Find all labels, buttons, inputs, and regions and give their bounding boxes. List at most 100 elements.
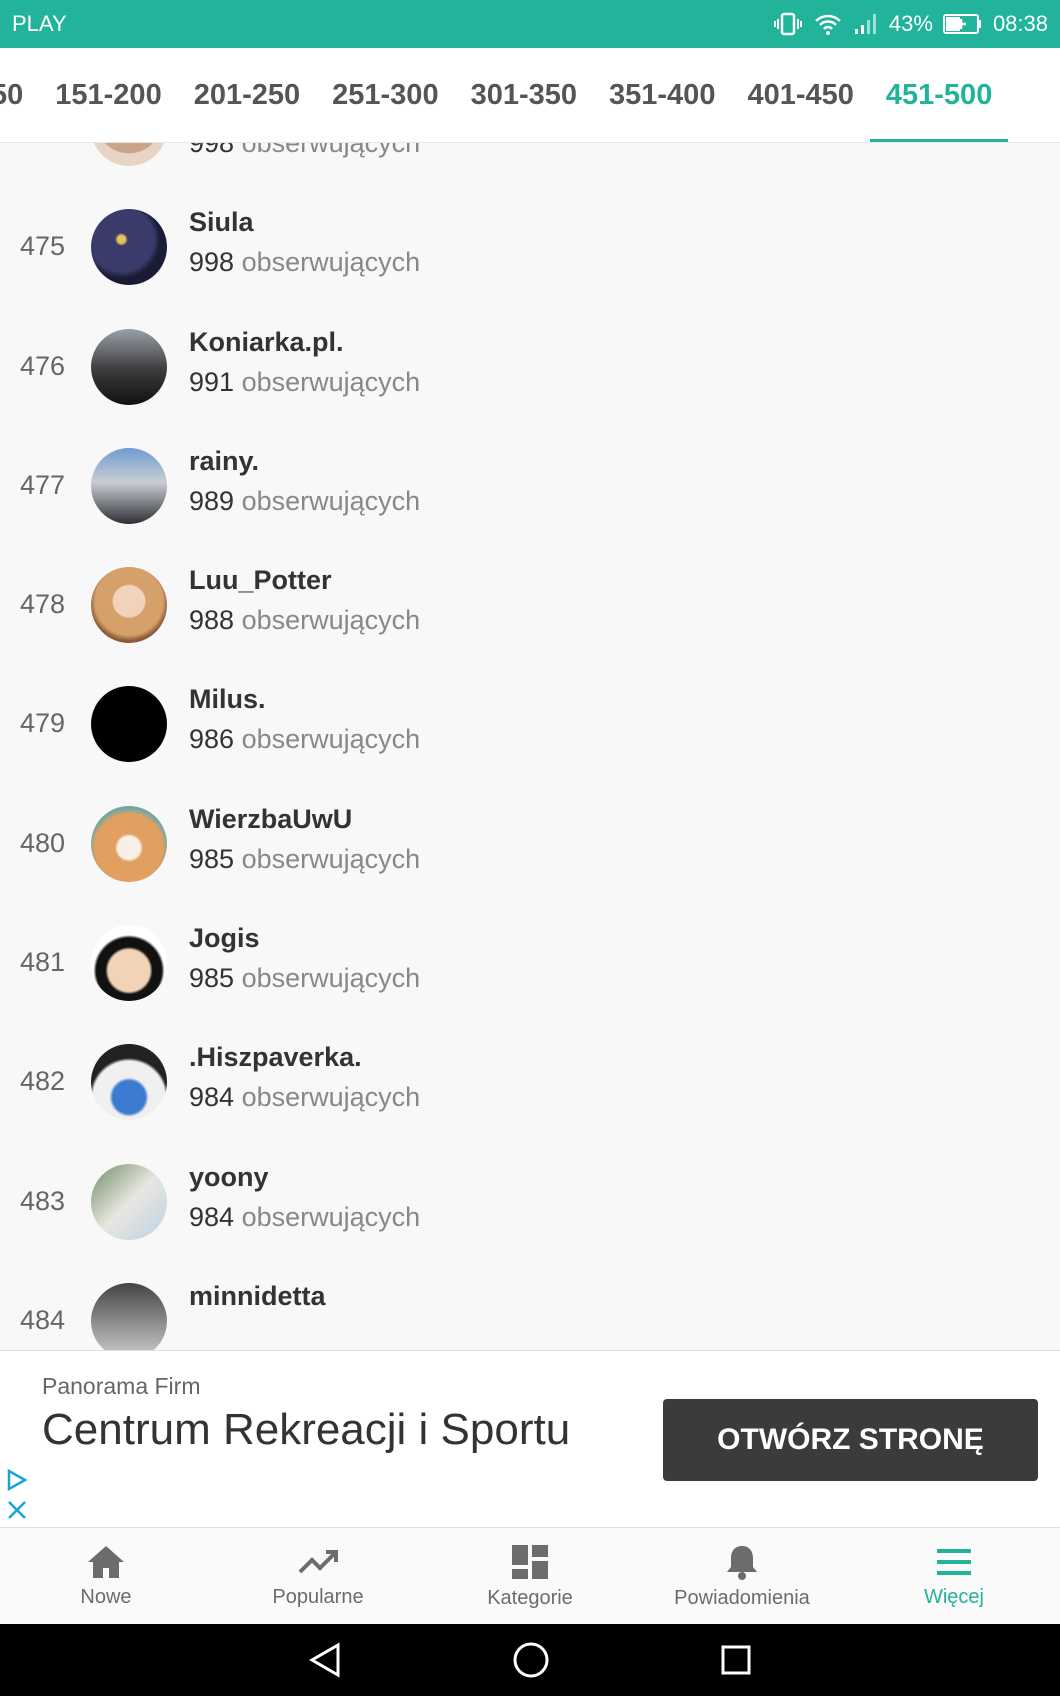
system-nav-bar	[0, 1624, 1060, 1696]
username[interactable]: WierzbaUwU	[189, 804, 352, 835]
rank-number: 483	[20, 1185, 66, 1216]
ad-title[interactable]: Centrum Rekreacji i Sportu	[42, 1403, 602, 1457]
username[interactable]: Koniarka.pl.	[189, 327, 344, 358]
list-item[interactable]: 476 Koniarka.pl. 991 obserwujących	[0, 307, 1060, 426]
list-item[interactable]: 483 yoony 984 obserwujących	[0, 1142, 1060, 1261]
followers-count: 985 obserwujących	[189, 844, 420, 875]
ranking-list[interactable]: 474Lidia_van_Denson998 obserwujących 475 S…	[0, 143, 1060, 1350]
clock: 08:38	[992, 11, 1048, 36]
nav-notifications-label: Powiadomienia	[674, 1586, 810, 1609]
ad-close-icon[interactable]	[6, 1499, 28, 1521]
avatar[interactable]	[91, 686, 167, 763]
followers-number: 991	[189, 366, 235, 397]
followers-count: 985 obserwujących	[189, 963, 420, 994]
list-item[interactable]: 478 Luu_Potter 988 obserwujących	[0, 545, 1060, 664]
wifi-icon	[815, 14, 841, 35]
dashboard-icon	[512, 1544, 548, 1579]
battery-percent: 43%	[888, 11, 933, 36]
tab-range[interactable]: 151-200	[39, 48, 177, 142]
username[interactable]: rainy.	[189, 446, 259, 477]
nav-notifications[interactable]: Powiadomienia	[636, 1528, 848, 1624]
back-icon[interactable]	[308, 1642, 342, 1678]
bottom-nav: Nowe Popularne Kategorie Powiadomienia W…	[0, 1528, 1060, 1624]
list-item[interactable]: 484 minnidetta	[0, 1261, 1060, 1350]
tab-range[interactable]: 251-300	[316, 48, 454, 142]
tab-range[interactable]: 301-350	[455, 48, 593, 142]
followers-count: 986 obserwujących	[189, 724, 420, 755]
list-item[interactable]: 481 Jogis 985 obserwujących	[0, 903, 1060, 1022]
username[interactable]: Luu_Potter	[189, 565, 332, 596]
rank-number: 476	[20, 350, 66, 381]
avatar[interactable]	[91, 328, 167, 405]
rank-number: 478	[20, 589, 66, 620]
followers-count: 998 obserwujących	[189, 143, 420, 159]
status-icons: 43% 08:38	[773, 11, 1048, 37]
followers-label: obserwujących	[241, 963, 421, 994]
rank-number: 477	[20, 469, 66, 500]
ad-choices-icon[interactable]	[6, 1469, 28, 1491]
avatar[interactable]	[91, 143, 167, 166]
avatar[interactable]	[91, 447, 167, 524]
followers-label: obserwujących	[241, 366, 421, 397]
followers-label: obserwujących	[241, 1201, 421, 1232]
nav-popular[interactable]: Popularne	[212, 1528, 424, 1624]
username[interactable]: Jogis	[189, 923, 260, 954]
range-tabs-strip: 50151-200201-250251-300301-350351-400401…	[0, 48, 1009, 142]
avatar[interactable]	[91, 1044, 167, 1121]
avatar[interactable]	[91, 1282, 167, 1350]
ranking-list-content: 474Lidia_van_Denson998 obserwujących 475 S…	[0, 143, 1060, 1350]
tab-range[interactable]: 201-250	[178, 48, 316, 142]
followers-number: 998	[189, 143, 235, 158]
avatar[interactable]	[91, 925, 167, 1002]
followers-number: 998	[189, 247, 235, 278]
followers-count: 991 obserwujących	[189, 367, 420, 398]
followers-number: 984	[189, 1201, 235, 1232]
rank-number: 479	[20, 708, 66, 739]
rank-number: 481	[20, 947, 66, 978]
followers-count: 998 obserwujących	[189, 247, 420, 278]
tab-range[interactable]: 50	[0, 48, 39, 142]
username[interactable]: minnidetta	[189, 1281, 326, 1312]
followers-number: 989	[189, 485, 235, 516]
username[interactable]: yoony	[189, 1162, 269, 1193]
followers-label: obserwujących	[241, 1082, 421, 1113]
rank-number: 484	[20, 1304, 66, 1335]
menu-icon	[937, 1548, 971, 1575]
home-circle-icon[interactable]	[512, 1641, 550, 1679]
nav-more[interactable]: Więcej	[848, 1528, 1060, 1624]
list-item[interactable]: 474Lidia_van_Denson998 obserwujących	[0, 143, 1060, 187]
list-item[interactable]: 482 .Hiszpaverka. 984 obserwujących	[0, 1022, 1060, 1141]
followers-number: 986	[189, 724, 235, 755]
followers-count: 989 obserwujących	[189, 486, 420, 517]
carrier-label: PLAY	[12, 11, 67, 36]
followers-number: 984	[189, 1082, 235, 1113]
list-item[interactable]: 477 rainy. 989 obserwujących	[0, 426, 1060, 545]
rank-number: 475	[20, 231, 66, 262]
ad-sponsor: Panorama Firm	[42, 1373, 201, 1399]
home-icon	[88, 1545, 124, 1578]
list-item[interactable]: 479 Milus. 986 obserwujących	[0, 664, 1060, 783]
username[interactable]: .Hiszpaverka.	[189, 1042, 362, 1073]
nav-more-label: Więcej	[923, 1585, 984, 1608]
list-item[interactable]: 475 Siula 998 obserwujących	[0, 187, 1060, 306]
tab-range[interactable]: 351-400	[593, 48, 731, 142]
username[interactable]: Siula	[189, 207, 254, 238]
open-site-button[interactable]: OTWÓRZ STRONĘ	[663, 1399, 1038, 1481]
tab-range[interactable]: 401-450	[731, 48, 869, 142]
avatar[interactable]	[91, 1163, 167, 1240]
avatar[interactable]	[91, 209, 167, 286]
bell-icon	[727, 1545, 757, 1580]
avatar[interactable]	[91, 805, 167, 882]
avatar[interactable]	[91, 567, 167, 644]
followers-label: obserwujących	[241, 605, 421, 636]
followers-label: obserwujących	[241, 247, 421, 278]
tab-range[interactable]: 451-500	[869, 48, 1009, 142]
username[interactable]: Milus.	[189, 684, 266, 715]
list-item[interactable]: 480 WierzbaUwU 985 obserwujących	[0, 784, 1060, 903]
rank-number: 480	[20, 827, 66, 858]
recents-icon[interactable]	[720, 1644, 752, 1676]
followers-label: obserwujących	[241, 485, 421, 516]
nav-categories[interactable]: Kategorie	[424, 1528, 636, 1624]
nav-new[interactable]: Nowe	[0, 1528, 212, 1624]
ad-banner[interactable]: Panorama Firm Centrum Rekreacji i Sportu…	[0, 1350, 1060, 1528]
